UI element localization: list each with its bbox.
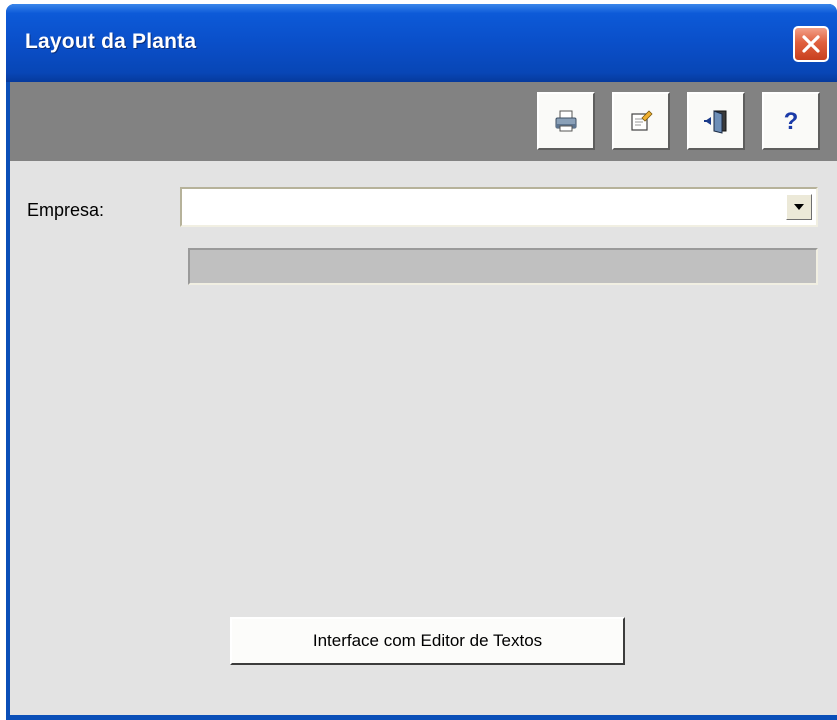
toolbar: ? xyxy=(10,82,837,161)
notepad-icon xyxy=(631,110,653,131)
text-editor-interface-label: Interface com Editor de Textos xyxy=(312,631,543,650)
window-title: Layout da Planta xyxy=(25,30,197,53)
help-button[interactable]: ? xyxy=(762,92,820,150)
print-button[interactable] xyxy=(537,92,595,150)
close-icon xyxy=(802,35,820,53)
empresa-combobox[interactable] xyxy=(180,187,818,227)
exit-button[interactable] xyxy=(687,92,745,150)
question-icon: ? xyxy=(784,108,799,134)
door-exit-icon xyxy=(704,110,727,134)
chevron-down-icon xyxy=(794,204,804,210)
client-area: ? Empresa: Interface com Editor de Texto… xyxy=(10,82,837,715)
app-window: Layout da Planta ? Empresa: Interface co… xyxy=(6,4,837,720)
printer-icon xyxy=(555,110,577,132)
close-button[interactable] xyxy=(793,26,829,62)
dropdown-button[interactable] xyxy=(786,194,812,220)
empresa-label: Empresa: xyxy=(27,200,105,220)
empresa-description-field xyxy=(188,248,818,285)
text-editor-interface-button[interactable]: Interface com Editor de Textos xyxy=(230,617,625,665)
svg-text:?: ? xyxy=(784,108,799,134)
title-bar: Layout da Planta xyxy=(6,4,837,82)
edit-button[interactable] xyxy=(612,92,670,150)
